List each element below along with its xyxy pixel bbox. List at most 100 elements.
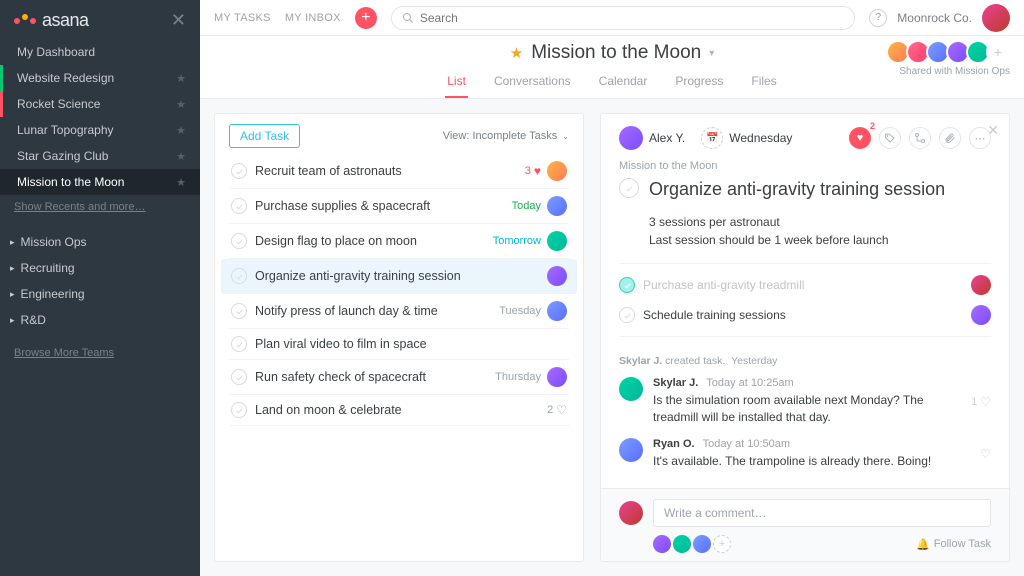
assignee-avatar bbox=[971, 305, 991, 325]
task-row[interactable]: Recruit team of astronauts 3 ♥ bbox=[229, 154, 569, 189]
task-description[interactable]: 3 sessions per astronaut Last session sh… bbox=[649, 213, 991, 249]
complete-checkbox[interactable] bbox=[231, 402, 247, 418]
complete-checkbox[interactable] bbox=[231, 198, 247, 214]
tab-progress[interactable]: Progress bbox=[673, 68, 725, 98]
team-recruiting[interactable]: ▸Recruiting bbox=[0, 255, 200, 281]
search-input[interactable] bbox=[391, 6, 855, 30]
complete-checkbox[interactable] bbox=[619, 307, 635, 323]
help-icon[interactable]: ? bbox=[869, 9, 887, 27]
assignee-avatar bbox=[547, 161, 567, 181]
sidebar-item-lunar-topography[interactable]: Lunar Topography★ bbox=[0, 117, 200, 143]
like-count: 3 ♥ bbox=[525, 164, 541, 178]
star-icon[interactable]: ★ bbox=[510, 44, 523, 62]
close-sidebar-icon[interactable]: ✕ bbox=[171, 10, 186, 31]
nav-my-tasks[interactable]: MY TASKS bbox=[214, 12, 271, 24]
follow-task-button[interactable]: 🔔Follow Task bbox=[916, 538, 991, 551]
complete-checkbox[interactable] bbox=[231, 369, 247, 385]
like-button[interactable]: ♥2 bbox=[849, 127, 871, 149]
due-date: Thursday bbox=[495, 371, 541, 383]
sidebar-item-star-gazing[interactable]: Star Gazing Club★ bbox=[0, 143, 200, 169]
tab-calendar[interactable]: Calendar bbox=[597, 68, 650, 98]
assignee-avatar bbox=[971, 275, 991, 295]
tab-list[interactable]: List bbox=[445, 68, 468, 98]
task-row[interactable]: Organize anti-gravity training session bbox=[221, 259, 577, 294]
comment-avatar bbox=[619, 377, 643, 401]
tag-icon[interactable] bbox=[879, 127, 901, 149]
sidebar-item-dashboard[interactable]: My Dashboard bbox=[0, 39, 200, 65]
user-avatar[interactable] bbox=[982, 4, 1010, 32]
complete-checkbox[interactable] bbox=[231, 163, 247, 179]
heart-icon: ♡ bbox=[980, 447, 991, 461]
add-member-button[interactable]: + bbox=[986, 40, 1010, 64]
subtask-row[interactable]: Schedule training sessions bbox=[619, 300, 991, 330]
nav-my-inbox[interactable]: MY INBOX bbox=[285, 12, 341, 24]
sidebar-item-rocket-science[interactable]: Rocket Science★ bbox=[0, 91, 200, 117]
complete-checkbox[interactable] bbox=[231, 268, 247, 284]
complete-checkbox[interactable] bbox=[231, 303, 247, 319]
add-task-button[interactable]: Add Task bbox=[229, 124, 300, 148]
sidebar: asana ✕ My Dashboard Website Redesign★ R… bbox=[0, 0, 200, 576]
chevron-right-icon: ▸ bbox=[10, 237, 15, 248]
breadcrumb[interactable]: Mission to the Moon bbox=[619, 160, 991, 172]
view-selector[interactable]: View: Incomplete Tasks ⌄ bbox=[443, 130, 569, 142]
quick-add-button[interactable]: + bbox=[355, 7, 377, 29]
assignee-avatar bbox=[547, 231, 567, 251]
activity-entry: Skylar J. created task. Yesterday bbox=[619, 355, 991, 367]
shared-with-label: Shared with Mission Ops bbox=[899, 66, 1010, 77]
add-follower-button[interactable]: + bbox=[713, 535, 731, 553]
logo[interactable]: asana bbox=[14, 10, 89, 31]
complete-checkbox[interactable] bbox=[619, 277, 635, 293]
show-recents-link[interactable]: Show Recents and more… bbox=[0, 195, 200, 219]
task-row[interactable]: Land on moon & celebrate 2 ♡ bbox=[229, 395, 569, 426]
due-date-chip[interactable]: 📅 Wednesday bbox=[701, 127, 792, 149]
complete-checkbox[interactable] bbox=[231, 233, 247, 249]
task-detail-pane: ✕ Alex Y. 📅 Wednesday ♥2 bbox=[600, 113, 1010, 562]
team-engineering[interactable]: ▸Engineering bbox=[0, 281, 200, 307]
complete-checkbox[interactable] bbox=[231, 336, 247, 352]
attachment-icon[interactable] bbox=[939, 127, 961, 149]
star-icon: ★ bbox=[176, 72, 186, 85]
search-field[interactable] bbox=[420, 11, 844, 25]
project-members[interactable]: + bbox=[890, 40, 1010, 64]
like-button[interactable]: 1♡ bbox=[971, 377, 991, 426]
follower-list[interactable]: + bbox=[653, 535, 731, 553]
task-title[interactable]: Organize anti-gravity training session bbox=[649, 178, 945, 201]
workspace-switcher[interactable]: Moonrock Co. bbox=[897, 11, 972, 25]
like-button[interactable]: ♡ bbox=[980, 438, 991, 470]
chevron-down-icon[interactable]: ▾ bbox=[709, 48, 714, 59]
sidebar-item-website-redesign[interactable]: Website Redesign★ bbox=[0, 65, 200, 91]
like-count: 2 ♡ bbox=[547, 403, 567, 417]
comment: Ryan O.Today at 10:50am It's available. … bbox=[619, 438, 991, 470]
bell-icon: 🔔 bbox=[916, 538, 930, 551]
browse-teams-link[interactable]: Browse More Teams bbox=[0, 341, 200, 365]
tab-conversations[interactable]: Conversations bbox=[492, 68, 573, 98]
chevron-right-icon: ▸ bbox=[10, 315, 15, 326]
topbar: MY TASKS MY INBOX + ? Moonrock Co. bbox=[200, 0, 1024, 36]
subtask-row[interactable]: Purchase anti-gravity treadmill bbox=[619, 270, 991, 300]
task-row[interactable]: Notify press of launch day & time Tuesda… bbox=[229, 294, 569, 329]
assignee-chip[interactable]: Alex Y. bbox=[619, 126, 685, 150]
task-row[interactable]: Purchase supplies & spacecraft Today bbox=[229, 189, 569, 224]
team-mission-ops[interactable]: ▸Mission Ops bbox=[0, 229, 200, 255]
comment-input[interactable]: Write a comment… bbox=[653, 499, 991, 527]
chevron-down-icon: ⌄ bbox=[562, 132, 569, 141]
heart-icon: ♡ bbox=[980, 395, 991, 409]
project-title: Mission to the Moon bbox=[531, 42, 701, 64]
calendar-icon: 📅 bbox=[701, 127, 723, 149]
subtask-icon[interactable] bbox=[909, 127, 931, 149]
task-row[interactable]: Run safety check of spacecraft Thursday bbox=[229, 360, 569, 395]
task-row[interactable]: Plan viral video to film in space bbox=[229, 329, 569, 360]
assignee-avatar bbox=[619, 126, 643, 150]
task-row[interactable]: Design flag to place on moon Tomorrow bbox=[229, 224, 569, 259]
complete-checkbox[interactable] bbox=[619, 178, 639, 198]
avatar bbox=[693, 535, 711, 553]
task-list-pane: Add Task View: Incomplete Tasks ⌄ Recrui… bbox=[214, 113, 584, 562]
tab-files[interactable]: Files bbox=[749, 68, 778, 98]
star-icon: ★ bbox=[176, 98, 186, 111]
sidebar-item-mission-moon[interactable]: Mission to the Moon★ bbox=[0, 169, 200, 195]
avatar bbox=[653, 535, 671, 553]
star-icon: ★ bbox=[176, 176, 186, 189]
team-rd[interactable]: ▸R&D bbox=[0, 307, 200, 333]
assignee-avatar bbox=[547, 266, 567, 286]
close-icon[interactable]: ✕ bbox=[987, 122, 999, 139]
